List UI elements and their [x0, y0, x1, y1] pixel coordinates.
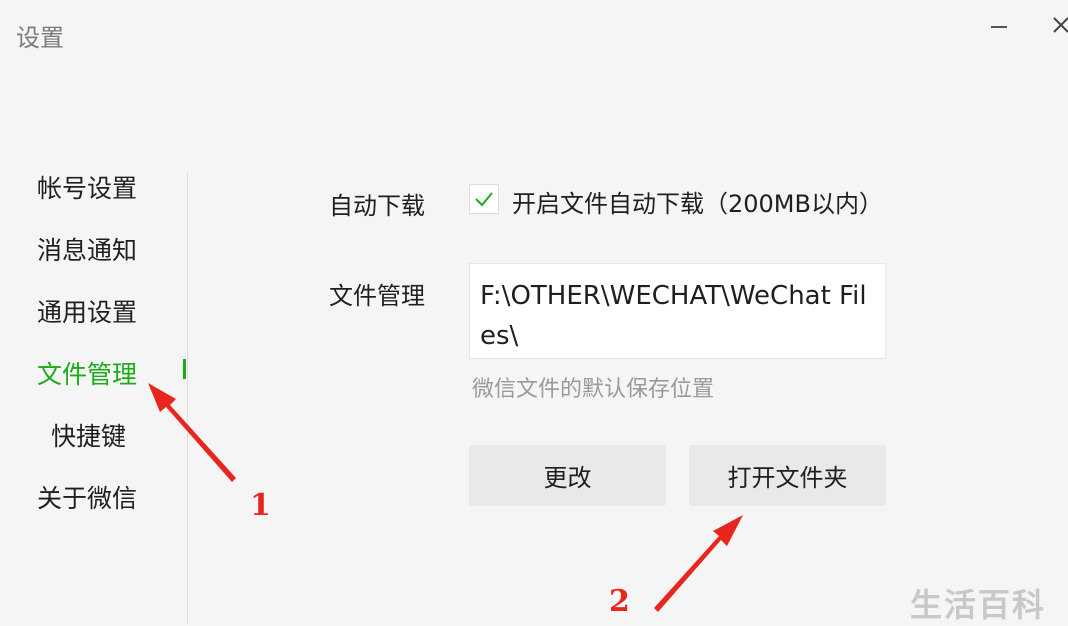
sidebar-item-shortcuts[interactable]: 快捷键 [51, 417, 126, 453]
annotation-label-2: 2 [609, 584, 630, 619]
file-management-label: 文件管理 [329, 282, 425, 310]
auto-download-checkbox[interactable] [469, 184, 499, 214]
sidebar-item-file-management[interactable]: 文件管理 [37, 355, 137, 391]
window-title: 设置 [16, 24, 64, 52]
sidebar-item-general[interactable]: 通用设置 [37, 293, 137, 329]
change-button[interactable]: 更改 [469, 445, 666, 506]
active-indicator [183, 359, 186, 379]
sidebar-item-account[interactable]: 帐号设置 [37, 169, 137, 205]
annotation-label-1: 1 [250, 488, 271, 523]
minimize-icon [991, 26, 1007, 28]
file-path-hint: 微信文件的默认保存位置 [472, 377, 715, 402]
sidebar-item-about[interactable]: 关于微信 [37, 479, 137, 515]
sidebar-item-notifications[interactable]: 消息通知 [37, 231, 137, 267]
file-path-field[interactable]: F:\OTHER\WECHAT\WeChat Files\ [469, 263, 886, 359]
auto-download-label: 自动下载 [329, 192, 425, 220]
close-icon [1053, 17, 1068, 33]
checkmark-icon [475, 192, 493, 207]
open-folder-button[interactable]: 打开文件夹 [689, 445, 886, 506]
auto-download-text[interactable]: 开启文件自动下载（200MB以内） [512, 184, 883, 219]
annotation-arrow-2 [654, 515, 743, 612]
annotation-arrow-1 [148, 383, 236, 482]
minimize-button[interactable] [982, 8, 1016, 42]
sidebar-divider [187, 172, 188, 624]
watermark: 生活百科 [910, 586, 1047, 624]
close-button[interactable] [1044, 8, 1068, 42]
